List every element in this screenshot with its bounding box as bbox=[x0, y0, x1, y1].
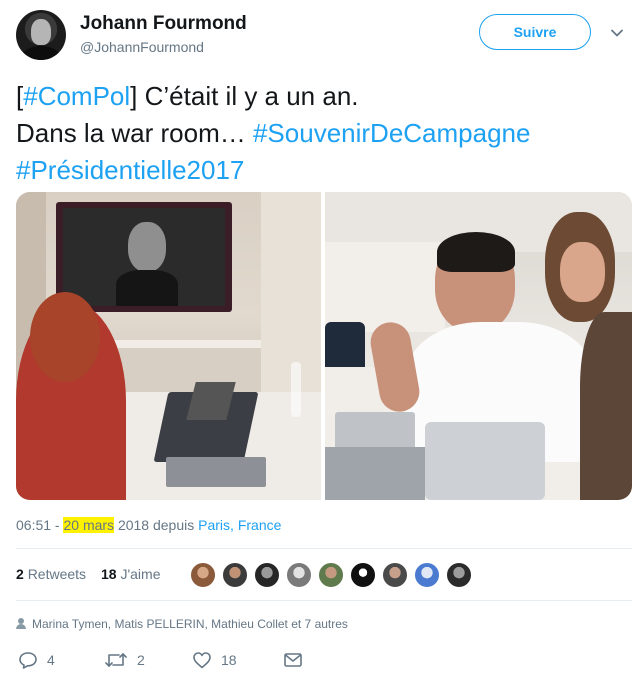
person-icon bbox=[16, 618, 26, 629]
liker-avatar[interactable] bbox=[350, 562, 376, 588]
likes-stat[interactable]: 18 J'aime bbox=[101, 566, 161, 582]
date-highlight[interactable]: 20 mars bbox=[63, 517, 115, 533]
user-name[interactable]: Johann Fourmond bbox=[80, 13, 247, 35]
direct-message-button[interactable] bbox=[283, 648, 303, 672]
liker-avatar[interactable] bbox=[286, 562, 312, 588]
retweet-button[interactable]: 2 bbox=[104, 648, 145, 672]
liked-by: Marina Tymen, Matis PELLERIN, Mathieu Co… bbox=[16, 617, 348, 631]
avatar[interactable] bbox=[16, 10, 66, 60]
like-button[interactable]: 18 bbox=[192, 648, 237, 672]
tweet-media[interactable] bbox=[16, 192, 632, 500]
hashtag-compol[interactable]: #ComPol bbox=[23, 81, 130, 111]
tweet-line-3: #Présidentielle2017 bbox=[16, 152, 622, 189]
heart-icon bbox=[193, 652, 211, 669]
chevron-down-icon[interactable] bbox=[610, 26, 624, 40]
photo-war-room-tv[interactable] bbox=[16, 192, 321, 500]
follow-button[interactable]: Suivre bbox=[479, 14, 591, 50]
mail-icon bbox=[284, 653, 302, 667]
tweet-header: Johann Fourmond @JohannFourmond Suivre bbox=[16, 10, 624, 66]
tweet-line-2: Dans la war room… #SouvenirDeCampagne bbox=[16, 118, 531, 148]
liker-avatar[interactable] bbox=[222, 562, 248, 588]
divider bbox=[16, 548, 632, 549]
liker-avatar[interactable] bbox=[446, 562, 472, 588]
liker-avatar[interactable] bbox=[190, 562, 216, 588]
divider bbox=[16, 600, 632, 601]
retweets-stat[interactable]: 2 Retweets bbox=[16, 566, 86, 582]
tweet-line-1: [#ComPol] C’était il y a un an. bbox=[16, 81, 359, 111]
tweet-text: [#ComPol] C’était il y a un an. Dans la … bbox=[16, 78, 622, 189]
user-handle[interactable]: @JohannFourmond bbox=[80, 39, 204, 55]
liker-avatar[interactable] bbox=[318, 562, 344, 588]
tweet-timestamp: 06:51 - 20 mars 2018 depuis Paris, Franc… bbox=[16, 517, 282, 533]
reply-icon bbox=[19, 652, 37, 669]
hashtag-presidentielle2017[interactable]: #Présidentielle2017 bbox=[16, 155, 244, 185]
tweet-actions: 4 2 18 bbox=[16, 648, 622, 672]
location-link[interactable]: Paris, France bbox=[198, 517, 281, 533]
retweet-icon bbox=[105, 653, 127, 667]
photo-war-room-team[interactable] bbox=[325, 192, 632, 500]
hashtag-souvenirdecampagne[interactable]: #SouvenirDeCampagne bbox=[253, 118, 531, 148]
liker-avatar[interactable] bbox=[254, 562, 280, 588]
reply-button[interactable]: 4 bbox=[18, 648, 55, 672]
liker-avatar[interactable] bbox=[382, 562, 408, 588]
liker-avatar[interactable] bbox=[414, 562, 440, 588]
